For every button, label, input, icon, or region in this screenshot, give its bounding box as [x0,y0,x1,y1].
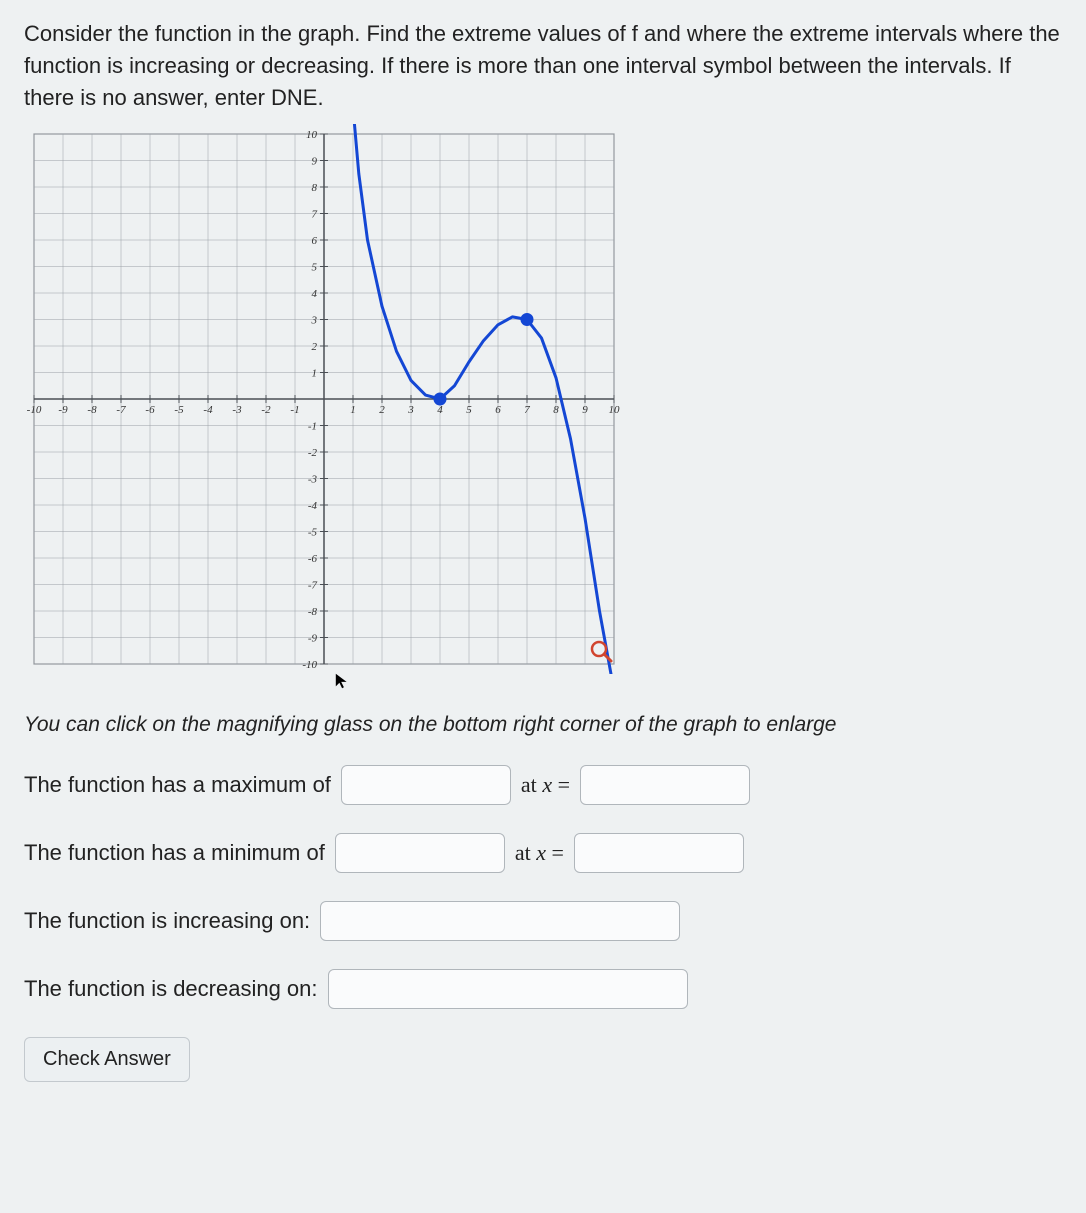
svg-text:5: 5 [466,404,472,416]
svg-text:-1: -1 [308,420,317,432]
svg-text:3: 3 [407,404,414,416]
min-row: The function has a minimum of at x = [24,833,1062,873]
svg-text:-6: -6 [145,404,155,416]
min-value-input[interactable] [335,833,505,873]
function-graph: -10 -9 -8 -7 -6 -5 -4 -3 -2 -1 1 2 3 4 5 6 7 8 9 10 -10 -9 -8 -… [24,124,624,674]
svg-text:6: 6 [312,235,318,247]
svg-text:4: 4 [312,288,318,300]
increasing-row: The function is increasing on: [24,901,1062,941]
svg-text:4: 4 [437,404,443,416]
svg-text:-8: -8 [87,404,97,416]
max-x-input[interactable] [580,765,750,805]
check-answer-button[interactable]: Check Answer [24,1037,190,1082]
svg-text:-8: -8 [308,606,318,618]
svg-text:-4: -4 [203,404,213,416]
svg-text:7: 7 [312,208,318,220]
svg-text:1: 1 [312,367,318,379]
graph-svg: -10 -9 -8 -7 -6 -5 -4 -3 -2 -1 1 2 3 4 5 6 7 8 9 10 -10 -9 -8 -… [24,124,624,674]
svg-text:-9: -9 [308,632,318,644]
svg-text:-9: -9 [58,404,68,416]
cursor-arrow-icon [334,672,352,690]
decreasing-row: The function is decreasing on: [24,969,1062,1009]
svg-text:7: 7 [524,404,530,416]
increasing-input[interactable] [320,901,680,941]
at-x-label-min: at x = [515,840,564,866]
min-label: The function has a minimum of [24,840,325,866]
increasing-label: The function is increasing on: [24,908,310,934]
svg-text:1: 1 [350,404,356,416]
svg-text:-10: -10 [27,404,42,416]
decreasing-input[interactable] [328,969,688,1009]
svg-text:-6: -6 [308,553,318,565]
svg-text:8: 8 [312,182,318,194]
problem-text: Consider the function in the graph. Find… [24,18,1062,114]
svg-text:-4: -4 [308,500,318,512]
max-value-input[interactable] [341,765,511,805]
svg-text:6: 6 [495,404,501,416]
decreasing-label: The function is decreasing on: [24,976,318,1002]
svg-text:8: 8 [553,404,559,416]
svg-text:-5: -5 [174,404,184,416]
svg-text:10: 10 [306,129,318,141]
svg-text:-7: -7 [308,579,318,591]
svg-text:-1: -1 [290,404,299,416]
svg-text:3: 3 [311,314,318,326]
magnify-hint-text: You can click on the magnifying glass on… [24,713,1062,737]
max-row: The function has a maximum of at x = [24,765,1062,805]
max-label: The function has a maximum of [24,772,331,798]
at-x-label-max: at x = [521,772,570,798]
svg-text:-5: -5 [308,526,318,538]
svg-text:-2: -2 [308,447,318,459]
svg-text:-10: -10 [302,659,317,671]
svg-text:10: 10 [609,404,621,416]
svg-text:2: 2 [312,341,318,353]
svg-text:5: 5 [312,261,318,273]
svg-text:-3: -3 [232,404,242,416]
svg-text:-2: -2 [261,404,271,416]
svg-text:-7: -7 [116,404,126,416]
svg-text:-3: -3 [308,473,318,485]
min-x-input[interactable] [574,833,744,873]
svg-text:9: 9 [312,155,318,167]
svg-text:2: 2 [379,404,385,416]
svg-text:9: 9 [582,404,588,416]
